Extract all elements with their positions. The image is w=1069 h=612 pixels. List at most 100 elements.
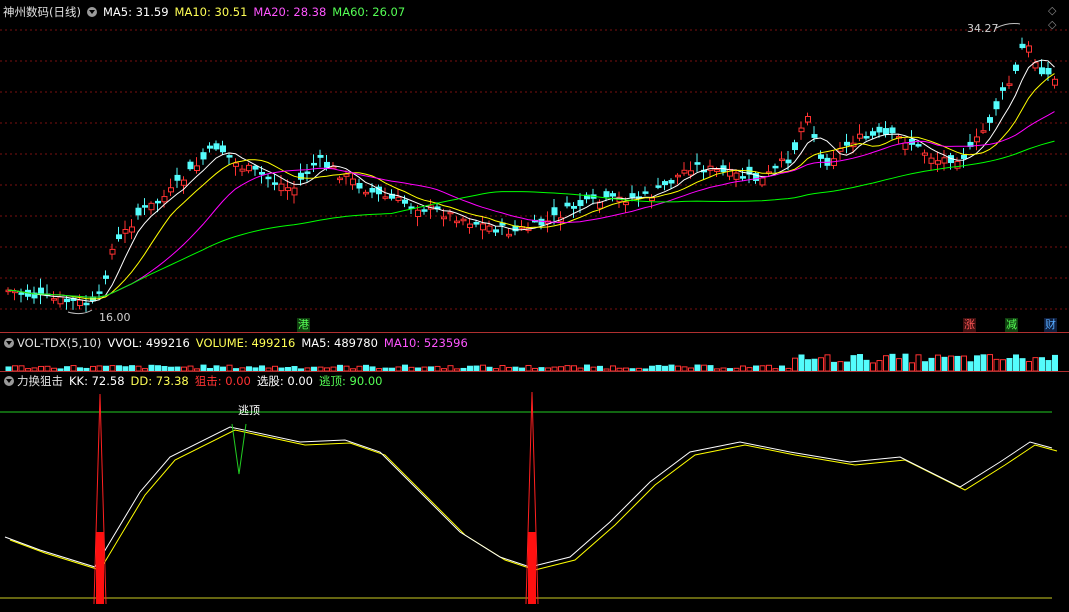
ma20-label: MA20: 28.38	[253, 5, 327, 19]
candle-body	[265, 176, 272, 180]
candle-body	[571, 205, 577, 209]
candle-body	[259, 171, 265, 175]
candle-body	[369, 187, 376, 193]
candle-body	[870, 131, 876, 136]
candle-body	[493, 229, 499, 233]
candle-body	[480, 223, 486, 231]
volume-bar	[844, 361, 850, 371]
candle-body	[974, 136, 980, 143]
candle-body	[1045, 68, 1052, 75]
indicator-panel[interactable]: 力换狙击 KK: 72.58 DD: 73.38 狙击: 0.00 选股: 0.00 逃顶…	[0, 372, 1069, 612]
candle-body	[330, 166, 337, 169]
candle-body	[993, 101, 1000, 110]
candle-body	[220, 145, 226, 153]
vol-title: VOL-TDX(5,10)	[17, 336, 102, 350]
tag-cai[interactable]: 财	[1044, 318, 1057, 332]
tag-zhang[interactable]: 涨	[963, 318, 976, 332]
ma5-label: MA5: 31.59	[102, 5, 169, 19]
volume-bar	[889, 353, 896, 371]
volume-bar	[1052, 354, 1058, 371]
volume-bar	[915, 354, 922, 371]
vol-ma10-label: MA10: 523596	[383, 336, 468, 350]
candle-body	[402, 199, 408, 204]
kk-label: KK: 72.58	[69, 374, 125, 388]
snipe-label: 狙击: 0.00	[194, 374, 251, 388]
candle-body	[785, 159, 792, 164]
candle-body	[759, 177, 766, 186]
candle-body	[714, 169, 720, 172]
candlestick-chart[interactable]	[0, 0, 1069, 332]
candle-body	[1052, 78, 1058, 86]
volume-bar	[1019, 358, 1026, 371]
candle-body	[792, 142, 798, 151]
volume-bar	[967, 361, 974, 371]
candle-body	[1006, 83, 1013, 86]
candle-body	[889, 127, 896, 134]
ind-title: 力换狙击	[17, 374, 63, 388]
snipe-bar	[528, 532, 536, 604]
dropdown-icon[interactable]	[86, 7, 97, 17]
candle-body	[278, 183, 285, 192]
volume-bar	[1013, 354, 1019, 371]
candle-body	[363, 191, 369, 195]
dropdown-icon[interactable]	[4, 338, 14, 348]
candle-body	[506, 233, 512, 237]
main-header: 神州数码(日线) MA5: 31.59 MA10: 30.51 MA20: 28.38…	[0, 4, 411, 20]
volume-panel[interactable]: VOL-TDX(5,10) VVOL: 499216 VOLUME: 499216 M…	[0, 333, 1069, 371]
indicator-chart[interactable]	[0, 372, 1069, 612]
nav-diamond-up-icon[interactable]: ◇	[1048, 4, 1056, 17]
candle-body	[116, 234, 122, 240]
candle-body	[655, 185, 662, 188]
volume-bar	[850, 355, 857, 371]
volume-bar	[1045, 360, 1052, 371]
candle-body	[129, 226, 135, 233]
volume-bar	[948, 355, 954, 371]
candlestick-panel[interactable]: 神州数码(日线) MA5: 31.59 MA10: 30.51 MA20: 28.38…	[0, 0, 1069, 332]
candle-body	[207, 145, 213, 149]
candle-body	[863, 136, 870, 139]
candle-body	[675, 174, 681, 178]
candle-body	[1019, 43, 1026, 49]
volume-bar	[1039, 357, 1045, 371]
candle-body	[200, 152, 207, 160]
snipe-bar	[96, 532, 104, 604]
candle-body	[350, 178, 356, 186]
nav-diamond-left-icon[interactable]: ◇	[1048, 18, 1056, 31]
candle-body	[148, 202, 155, 211]
candle-body	[928, 157, 935, 164]
candle-body	[109, 248, 116, 255]
volume-bar	[928, 357, 935, 371]
ma5-line	[7, 59, 1055, 303]
candle-body	[421, 209, 428, 212]
candle-body	[1000, 87, 1006, 91]
volume-bar	[798, 354, 805, 371]
tag-gang[interactable]: 港	[297, 318, 310, 332]
candle-body	[642, 191, 649, 194]
candle-body	[51, 298, 57, 301]
low-price-label: 16.00	[99, 311, 131, 324]
candle-body	[915, 144, 922, 147]
volume-bar	[824, 354, 831, 371]
candle-body	[649, 197, 655, 202]
candle-body	[733, 172, 740, 180]
tag-jian[interactable]: 减	[1005, 318, 1018, 332]
candle-body	[135, 207, 142, 216]
candle-body	[304, 171, 311, 175]
candle-body	[447, 211, 454, 215]
candle-body	[317, 154, 324, 158]
candle-body	[922, 152, 928, 156]
candle-body	[57, 296, 64, 305]
candle-body	[779, 158, 785, 162]
candle-body	[311, 162, 317, 166]
volume-bar	[980, 354, 987, 371]
candle-body	[902, 142, 909, 150]
volume-bar	[818, 357, 824, 371]
ma10-label: MA10: 30.51	[174, 5, 248, 19]
escape-top-label: 逃顶: 90.00	[319, 374, 383, 388]
candle-body	[1026, 45, 1032, 53]
dropdown-icon[interactable]	[4, 376, 14, 386]
candle-body	[395, 196, 402, 201]
candle-body	[876, 126, 883, 133]
candle-body	[486, 225, 493, 232]
vol-header: VOL-TDX(5,10) VVOL: 499216 VOLUME: 499216 M…	[0, 335, 474, 351]
